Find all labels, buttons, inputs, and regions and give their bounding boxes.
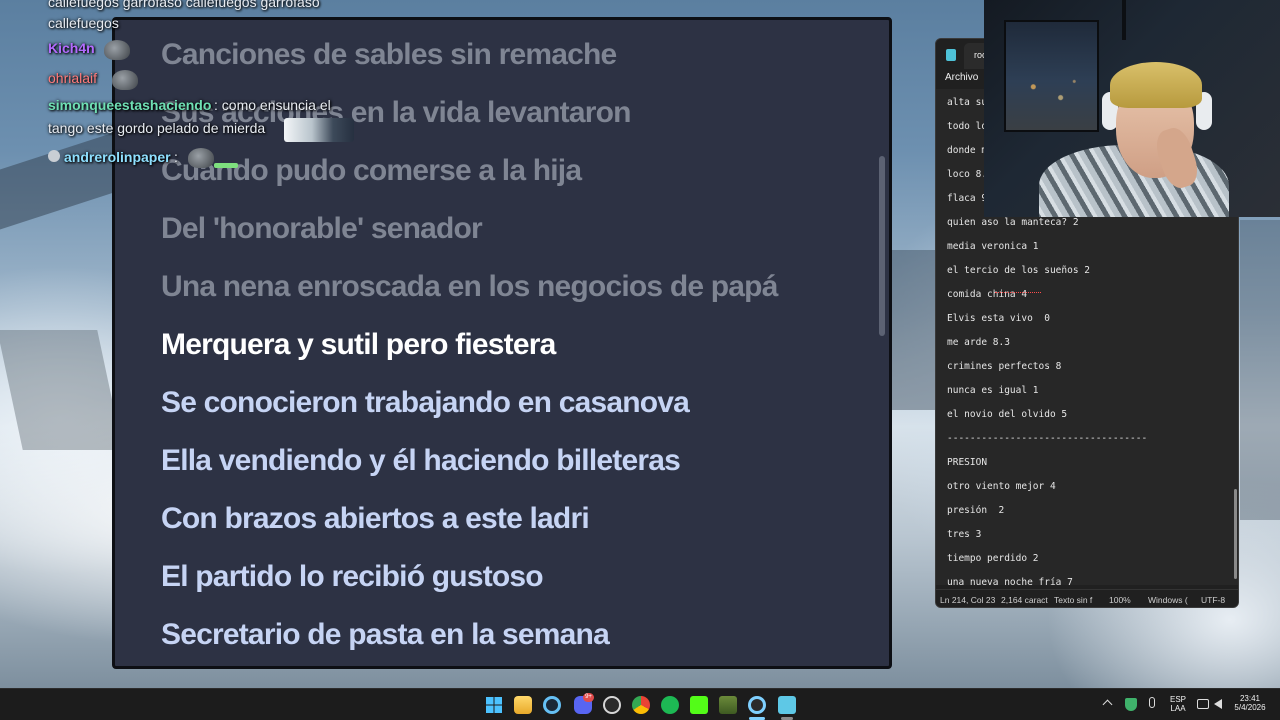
mountain-ridge xyxy=(892,250,937,410)
refresh-app-icon[interactable] xyxy=(748,696,766,714)
chevron-up-icon[interactable] xyxy=(1102,699,1113,710)
notepad-app-icon xyxy=(946,49,956,61)
text-line: nunca es igual 1 xyxy=(947,385,1039,396)
steam-icon[interactable] xyxy=(543,696,561,714)
notepad-scrollbar[interactable] xyxy=(1234,489,1237,579)
text-line: ----------------------------------- xyxy=(947,433,1148,444)
text-line: el tercio de los sueños 2 xyxy=(947,265,1090,276)
text-line: comida china 4 xyxy=(947,289,1028,300)
chat-message-text: tango este gordo pelado de mierda xyxy=(48,120,266,136)
mountain-ridge xyxy=(0,130,120,230)
text-line: Elvis esta vivo 0 xyxy=(947,313,1050,324)
emote-icon xyxy=(214,163,238,168)
text-line: quien aso la manteca? 2 xyxy=(947,217,1079,228)
lyric-line: Secretario de pasta en la semana xyxy=(161,618,610,651)
lyric-line: Canciones de sables sin remache xyxy=(161,38,617,71)
text-line: el novio del olvido 5 xyxy=(947,409,1068,420)
text-line: flaca 9 xyxy=(947,193,988,204)
lyric-line: Ella vendiendo y él haciendo billeteras xyxy=(161,444,681,477)
lyric-line: Se conocieron trabajando en casanova xyxy=(161,386,690,419)
text-line: tres 3 xyxy=(947,529,982,540)
webcam-background-window xyxy=(1004,20,1099,132)
text-line: donde m xyxy=(947,145,988,156)
text-line: loco 8. xyxy=(947,169,988,180)
chat-username: Kich4n xyxy=(48,40,95,56)
start-icon[interactable] xyxy=(485,696,503,714)
file-explorer-icon[interactable] xyxy=(514,696,532,714)
clock-date: 5/4/2026 xyxy=(1234,703,1266,712)
status-char-count: 2,164 caract xyxy=(1001,595,1048,605)
status-encoding: UTF-8 xyxy=(1201,595,1226,605)
emote-icon xyxy=(188,148,214,168)
game-icon[interactable] xyxy=(719,696,737,714)
webcam-frame-divider xyxy=(1122,0,1126,40)
emote-icon xyxy=(104,40,130,60)
text-line: media veronica 1 xyxy=(947,241,1039,252)
discord-badge: 9+ xyxy=(583,693,594,702)
taskbar: 9+ ESP LAA 23:41 5/4/2026 xyxy=(0,688,1280,720)
notepad-icon[interactable] xyxy=(778,696,796,714)
microphone-icon[interactable] xyxy=(1149,697,1155,708)
lyric-line: Con brazos abiertos a este ladri xyxy=(161,502,590,535)
lyric-line: Una nena enroscada en los negocios de pa… xyxy=(161,270,778,303)
emote-icon xyxy=(112,70,138,90)
status-format: Texto sin f xyxy=(1054,595,1093,605)
webcam-overlay xyxy=(984,0,1280,217)
text-line: alta su xyxy=(947,97,988,108)
mountain-ridge xyxy=(1240,220,1280,520)
chat-username: callefuegos xyxy=(48,15,119,31)
chat-username: ohrialaif xyxy=(48,70,98,86)
text-line: todo lo xyxy=(947,121,988,132)
lyric-line: Cuando pudo comerse a la hija xyxy=(161,154,582,187)
text-line: crimines perfectos 8 xyxy=(947,361,1062,372)
security-icon[interactable] xyxy=(1125,698,1137,711)
lyric-line: El partido lo recibió gustoso xyxy=(161,560,544,593)
text-line: me arde 8.3 xyxy=(947,337,1010,348)
spotify-icon[interactable] xyxy=(661,696,679,714)
status-cursor-position: Ln 214, Col 23 xyxy=(940,595,996,605)
text-line: PRESION xyxy=(947,457,988,468)
chat-message-text: : xyxy=(174,149,178,165)
status-line-ending: Windows ( xyxy=(1148,595,1188,605)
lyrics-scrollbar[interactable] xyxy=(879,156,885,336)
chat-image-emote xyxy=(284,118,354,142)
menu-file[interactable]: Archivo xyxy=(945,72,978,83)
mountain-ridge xyxy=(0,330,123,450)
chat-username: andrerolinpaper xyxy=(64,149,171,165)
network-icon[interactable] xyxy=(1197,699,1209,709)
status-zoom[interactable]: 100% xyxy=(1109,595,1131,605)
chat-message-text: : como ensuncia el xyxy=(214,97,331,113)
text-line: otro viento mejor 4 xyxy=(947,481,1056,492)
language-indicator[interactable]: ESP LAA xyxy=(1168,695,1188,713)
spellcheck-underline xyxy=(995,292,1041,293)
volume-icon[interactable] xyxy=(1214,699,1222,709)
clock-time: 23:41 xyxy=(1239,694,1261,703)
kick-icon[interactable] xyxy=(690,696,708,714)
user-badge-icon xyxy=(48,150,60,162)
clock[interactable]: 23:41 5/4/2026 xyxy=(1230,694,1270,712)
language-code: ESP xyxy=(1169,695,1186,704)
chrome-icon[interactable] xyxy=(632,696,650,714)
notepad-statusbar: Ln 214, Col 23 2,164 caract Texto sin f … xyxy=(936,589,1238,607)
layout-code: LAA xyxy=(1170,704,1186,713)
chat-message-partial: callefuegos garrofaso callefuegos garrof… xyxy=(48,0,320,10)
text-line: una nueva noche fría 7 xyxy=(947,577,1073,588)
obs-icon[interactable] xyxy=(603,696,621,714)
webcam-beanie xyxy=(1110,62,1202,108)
lyrics-window: Canciones de sables sin remache Sus acci… xyxy=(112,17,892,669)
lyric-line-current: Merquera y sutil pero fiestera xyxy=(161,328,556,361)
text-line: presión 2 xyxy=(947,505,1005,516)
text-line: tiempo perdido 2 xyxy=(947,553,1039,564)
chat-username: simonqueestashaciendo xyxy=(48,97,212,113)
lyric-line: Del 'honorable' senador xyxy=(161,212,483,245)
